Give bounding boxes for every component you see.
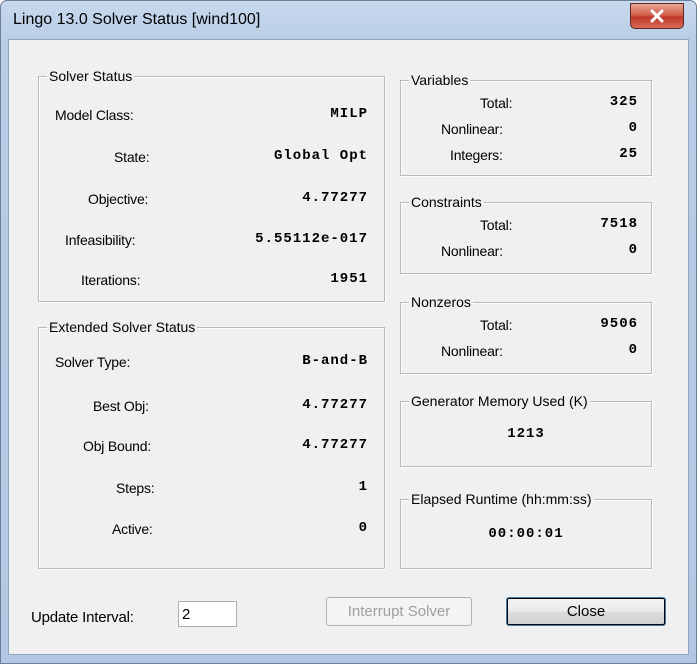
nonzeros-total-value: 9506 — [600, 316, 638, 332]
update-interval-label: Update Interval: — [31, 609, 134, 626]
nonzeros-nonlinear-value: 0 — [628, 342, 638, 358]
close-x-icon — [650, 9, 664, 23]
elapsed-runtime-value: 00:00:01 — [488, 526, 564, 542]
update-interval-input[interactable] — [178, 601, 237, 627]
variables-total-value: 325 — [609, 94, 638, 110]
constraints-legend: Constraints — [409, 193, 484, 211]
variables-total-label: Total: — [480, 95, 513, 111]
constraints-nonlinear-label: Nonlinear: — [441, 243, 503, 259]
state-label: State: — [114, 149, 150, 165]
variables-legend: Variables — [409, 71, 471, 89]
nonzeros-total-label: Total: — [480, 317, 513, 333]
iterations-label: Iterations: — [81, 272, 141, 288]
steps-label: Steps: — [116, 480, 155, 496]
best-obj-value: 4.77277 — [302, 397, 368, 413]
title-bar[interactable]: Lingo 13.0 Solver Status [wind100] — [1, 1, 696, 39]
elapsed-runtime-group: Elapsed Runtime (hh:mm:ss) 00:00:01 — [400, 490, 652, 569]
steps-value: 1 — [358, 479, 368, 495]
constraints-total-value: 7518 — [600, 216, 638, 232]
window-close-button[interactable] — [630, 3, 684, 29]
objective-label: Objective: — [88, 191, 149, 207]
state-value: Global Opt — [273, 148, 368, 164]
solver-status-group: Solver Status Model Class: MILP State: G… — [38, 67, 385, 302]
elapsed-runtime-legend: Elapsed Runtime (hh:mm:ss) — [409, 490, 594, 508]
generator-memory-value: 1213 — [507, 426, 545, 442]
active-label: Active: — [112, 521, 153, 537]
extended-status-legend: Extended Solver Status — [47, 318, 198, 336]
variables-integers-label: Integers: — [450, 147, 503, 163]
variables-integers-value: 25 — [619, 146, 638, 162]
solver-type-label: Solver Type: — [55, 354, 131, 370]
solver-type-value: B-and-B — [302, 353, 368, 369]
infeasibility-value: 5.55112e-017 — [255, 231, 368, 247]
close-button[interactable]: Close — [506, 597, 666, 626]
nonzeros-nonlinear-label: Nonlinear: — [441, 343, 503, 359]
objective-value: 4.77277 — [302, 190, 368, 206]
obj-bound-value: 4.77277 — [302, 437, 368, 453]
variables-nonlinear-value: 0 — [628, 120, 638, 136]
variables-group: Variables Total: 325 Nonlinear: 0 Intege… — [400, 71, 652, 176]
infeasibility-label: Infeasibility: — [65, 232, 136, 248]
model-class-label: Model Class: — [55, 107, 134, 123]
dialog-body: Solver Status Model Class: MILP State: G… — [8, 39, 689, 655]
window-title: Lingo 13.0 Solver Status [wind100] — [13, 11, 261, 28]
generator-memory-legend: Generator Memory Used (K) — [409, 392, 590, 410]
nonzeros-legend: Nonzeros — [409, 293, 473, 311]
obj-bound-label: Obj Bound: — [83, 438, 152, 454]
constraints-nonlinear-value: 0 — [628, 242, 638, 258]
solver-status-legend: Solver Status — [47, 67, 135, 85]
iterations-value: 1951 — [330, 271, 368, 287]
constraints-group: Constraints Total: 7518 Nonlinear: 0 — [400, 193, 652, 274]
generator-memory-group: Generator Memory Used (K) 1213 — [400, 392, 652, 467]
variables-nonlinear-label: Nonlinear: — [441, 121, 503, 137]
active-value: 0 — [358, 520, 368, 536]
solver-status-window: Lingo 13.0 Solver Status [wind100] Solve… — [0, 0, 697, 664]
extended-solver-status-group: Extended Solver Status Solver Type: B-an… — [38, 318, 385, 569]
best-obj-label: Best Obj: — [93, 398, 149, 414]
interrupt-solver-button[interactable]: Interrupt Solver — [326, 597, 472, 626]
constraints-total-label: Total: — [480, 217, 513, 233]
nonzeros-group: Nonzeros Total: 9506 Nonlinear: 0 — [400, 293, 652, 374]
model-class-value: MILP — [330, 106, 368, 122]
